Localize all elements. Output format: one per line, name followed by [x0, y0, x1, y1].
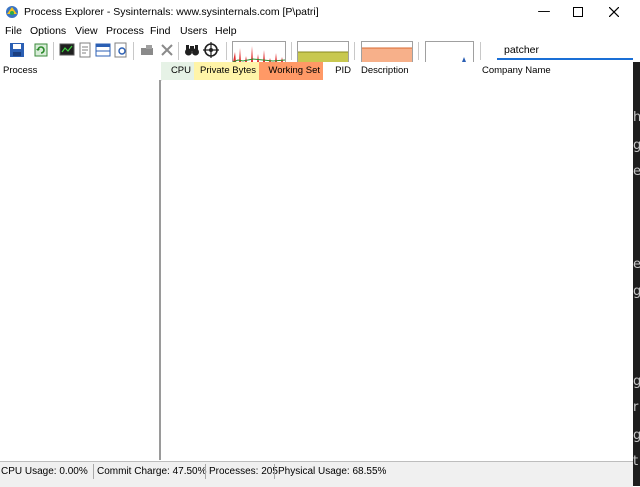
- bg-letter: g: [633, 138, 640, 153]
- column-description[interactable]: Description: [361, 62, 409, 80]
- menu-help[interactable]: Help: [215, 25, 237, 37]
- toolbar-separator: [480, 42, 481, 60]
- pane-splitter[interactable]: [159, 80, 161, 460]
- physical-memory-graph[interactable]: [361, 41, 413, 63]
- column-working-set[interactable]: Working Set: [259, 62, 323, 80]
- maximize-button[interactable]: [560, 0, 596, 24]
- bg-letter: e: [633, 257, 640, 272]
- refresh-icon[interactable]: [33, 42, 49, 58]
- io-graph[interactable]: [425, 41, 474, 63]
- process-tree-pane[interactable]: [0, 80, 159, 460]
- bg-letter: g: [633, 428, 640, 443]
- toolbar-separator: [133, 42, 134, 60]
- column-pid[interactable]: PID: [323, 62, 354, 80]
- properties-icon[interactable]: [77, 42, 93, 58]
- kill-process-icon[interactable]: [139, 42, 155, 58]
- toolbar-separator: [291, 42, 292, 60]
- process-explorer-app-icon: [6, 6, 18, 18]
- process-explorer-window: Process Explorer - Sysinternals: www.sys…: [0, 0, 633, 487]
- toolbar-separator: [418, 42, 419, 60]
- status-bar: CPU Usage: 0.00% Commit Charge: 47.50% P…: [0, 461, 633, 487]
- close-icon[interactable]: [159, 42, 175, 58]
- menu-process[interactable]: Process: [106, 25, 144, 37]
- maximize-icon: [573, 7, 583, 17]
- dll-view-icon[interactable]: [113, 42, 129, 58]
- column-cpu[interactable]: CPU: [161, 62, 194, 80]
- column-company-name[interactable]: Company Name: [482, 62, 551, 80]
- process-list-pane[interactable]: [162, 80, 633, 460]
- find-binoculars-icon[interactable]: [184, 42, 200, 58]
- menu-file[interactable]: File: [5, 25, 22, 37]
- column-header-row: Process CPU Private Bytes Working Set PI…: [0, 62, 633, 81]
- menu-users[interactable]: Users: [180, 25, 207, 37]
- minimize-icon: —: [537, 4, 551, 19]
- status-physical-usage: Physical Usage: 68.55%: [278, 466, 387, 477]
- status-cpu-usage: CPU Usage: 0.00%: [1, 466, 88, 477]
- lower-pane-icon[interactable]: [95, 42, 111, 58]
- menu-options[interactable]: Options: [30, 25, 66, 37]
- column-private-bytes[interactable]: Private Bytes: [194, 62, 259, 80]
- menu-find[interactable]: Find: [150, 25, 170, 37]
- physical-memory-graph-plot: [362, 47, 412, 62]
- save-icon[interactable]: [9, 42, 25, 58]
- cpu-graph-plot: [233, 46, 285, 62]
- cpu-graph[interactable]: [232, 41, 286, 63]
- window-title: Process Explorer - Sysinternals: www.sys…: [24, 6, 319, 18]
- commit-graph[interactable]: [297, 41, 349, 63]
- system-info-icon[interactable]: [59, 42, 75, 58]
- menu-view[interactable]: View: [75, 25, 98, 37]
- toolbar-separator: [178, 42, 179, 60]
- commit-graph-plot: [298, 51, 348, 62]
- status-separator: [274, 464, 275, 479]
- bg-letter: r: [633, 400, 639, 415]
- process-filter-value: patcher: [504, 44, 540, 56]
- status-separator: [205, 464, 206, 479]
- bg-letter: g: [633, 374, 640, 389]
- target-crosshair-icon[interactable]: [203, 42, 219, 58]
- status-commit-charge: Commit Charge: 47.50%: [97, 466, 207, 477]
- bg-letter: e: [633, 164, 640, 179]
- bg-letter: t: [633, 454, 639, 469]
- toolbar-separator: [226, 42, 227, 60]
- toolbar-separator: [354, 42, 355, 60]
- column-process[interactable]: Process: [3, 62, 37, 80]
- toolbar-separator: [53, 42, 54, 60]
- io-graph-plot: [462, 57, 466, 62]
- status-separator: [93, 464, 94, 479]
- status-processes: Processes: 205: [209, 466, 278, 477]
- process-filter-input[interactable]: patcher: [497, 42, 633, 60]
- bg-letter: h: [633, 110, 640, 125]
- close-button[interactable]: [596, 0, 632, 24]
- title-bar[interactable]: Process Explorer - Sysinternals: www.sys…: [0, 0, 633, 24]
- close-icon: [608, 6, 620, 18]
- bg-letter: g: [633, 284, 640, 299]
- minimize-button[interactable]: —: [526, 0, 562, 24]
